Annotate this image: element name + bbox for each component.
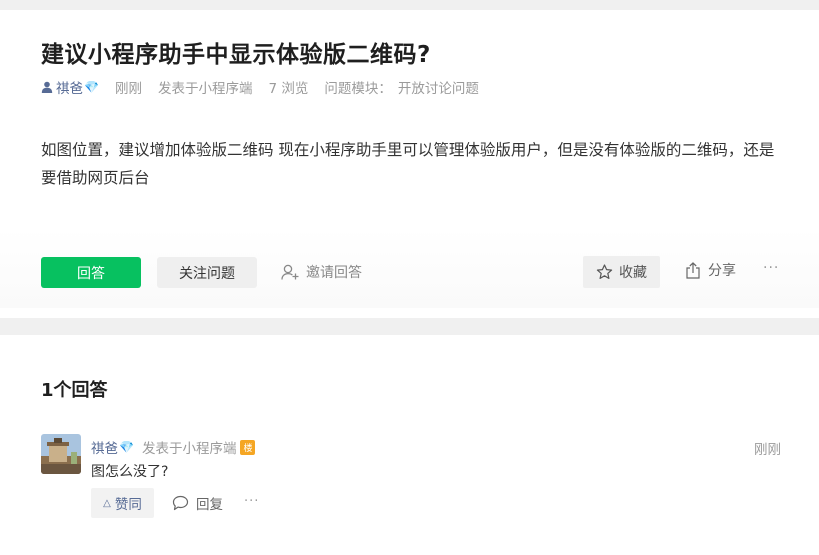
question-body: 如图位置，建议增加体验版二维码 现在小程序助手里可以管理体验版用户，但是没有体验…: [41, 141, 775, 187]
answer-author-line: 祺爸 💎 发表于小程序端 楼: [91, 437, 256, 457]
like-label: 赞同: [114, 497, 142, 513]
floor-owner-badge: 楼: [240, 439, 256, 455]
star-icon: [596, 264, 613, 279]
collect-label: 收藏: [619, 265, 647, 281]
invite-answer-button[interactable]: 邀请回答: [281, 262, 362, 282]
question-source: 发表于小程序端: [157, 81, 253, 97]
answer-text: 图怎么没了?: [91, 464, 169, 480]
avatar[interactable]: [41, 434, 81, 474]
question-author-name: 祺爸: [56, 81, 83, 97]
question-time: 刚刚: [114, 81, 142, 97]
follow-question-button[interactable]: 关注问题: [157, 257, 257, 288]
like-button[interactable]: △ 赞同: [91, 488, 154, 518]
reply-label: 回复: [196, 497, 223, 513]
answer-count: 1个回答: [41, 380, 108, 401]
share-button[interactable]: 分享: [685, 260, 736, 280]
answer-button[interactable]: 回答: [41, 257, 141, 288]
question-module-link[interactable]: 开放讨论问题: [398, 77, 479, 97]
question-module-label: 问题模块：: [324, 81, 392, 97]
answer-author[interactable]: 祺爸: [91, 437, 118, 457]
answer-time: 刚刚: [754, 442, 781, 458]
share-icon: [686, 261, 700, 279]
comment-icon: [172, 495, 189, 511]
question-meta: 祺爸 💎 刚刚 发表于小程序端 7 浏览 问题模块： 开放讨论问题: [41, 77, 479, 97]
triangle-up-icon: △: [103, 497, 111, 509]
add-user-icon: [281, 264, 299, 280]
answer-more-button[interactable]: ···: [244, 494, 259, 509]
diamond-icon: 💎: [84, 80, 99, 94]
invite-answer-label: 邀请回答: [306, 265, 362, 281]
avatar-image: [41, 434, 81, 474]
question-title: 建议小程序助手中显示体验版二维码?: [41, 42, 431, 68]
reply-button[interactable]: 回复: [172, 494, 223, 513]
collect-button[interactable]: 收藏: [583, 256, 660, 288]
more-options-button[interactable]: ···: [763, 260, 779, 276]
question-views: 7 浏览: [268, 81, 309, 97]
diamond-icon: 💎: [119, 440, 134, 454]
share-label: 分享: [708, 263, 736, 279]
answer-source: 发表于小程序端: [141, 441, 237, 457]
user-icon: [41, 81, 53, 93]
question-author[interactable]: 祺爸 💎: [41, 77, 99, 97]
